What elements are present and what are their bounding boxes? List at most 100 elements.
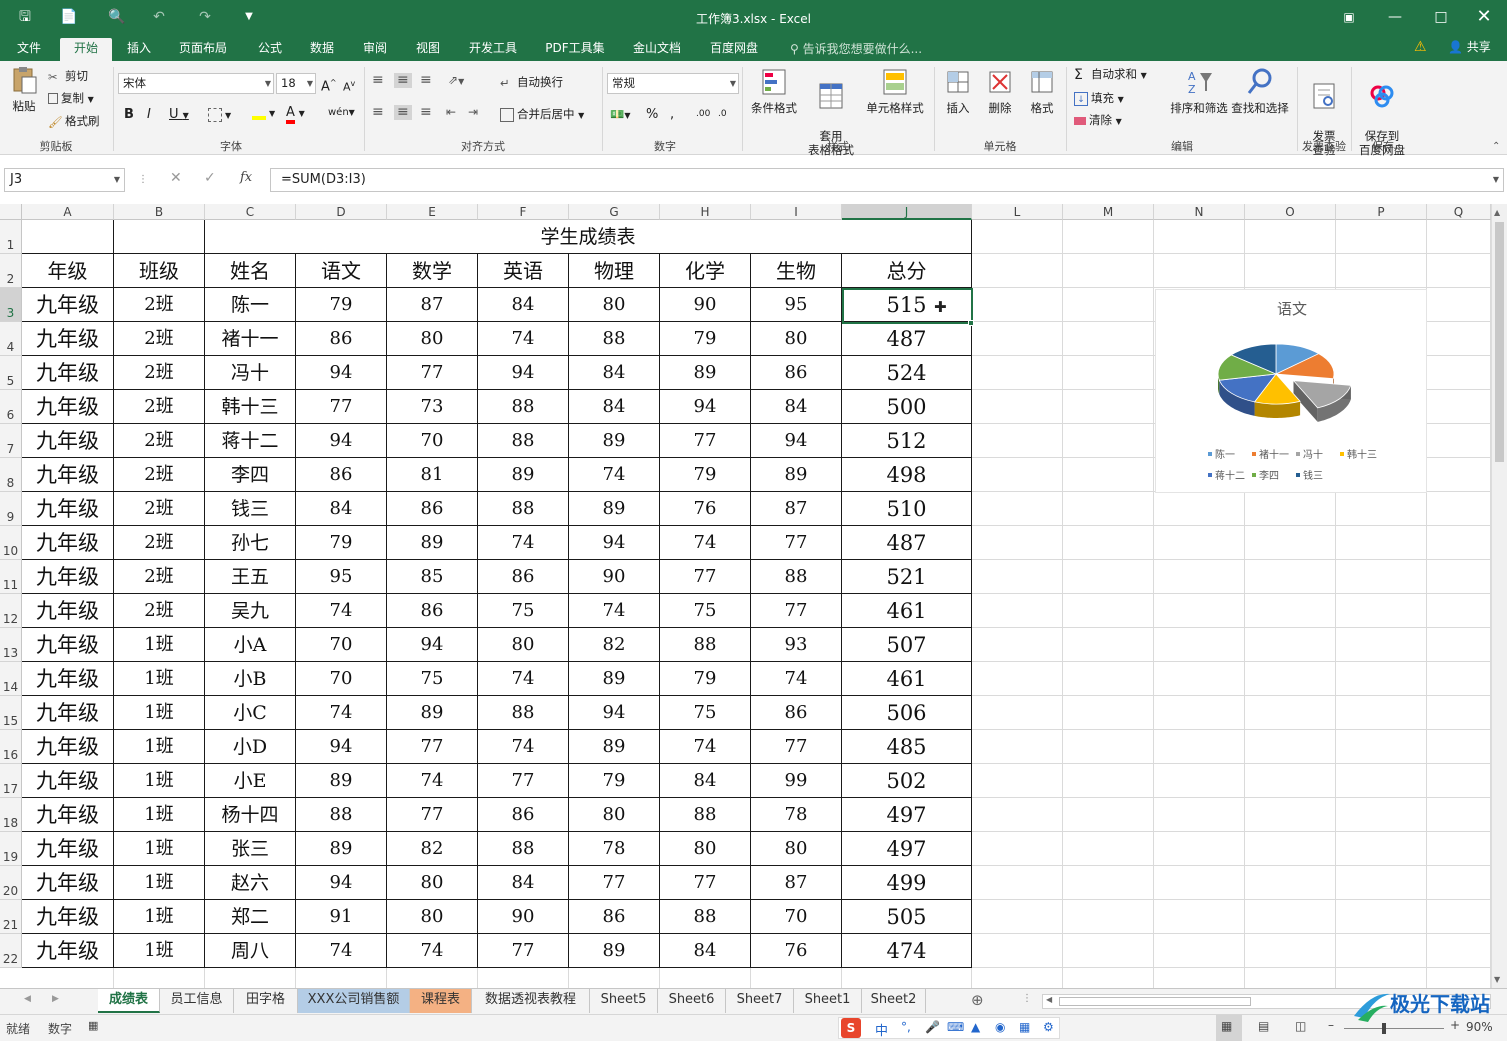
cell-E11[interactable]: 85 [387,560,478,594]
cell-I7[interactable]: 94 [751,424,842,458]
increase-indent-icon[interactable]: ⇥ [468,105,478,120]
cell-L10[interactable] [972,526,1063,560]
column-header-L[interactable]: L [972,204,1063,220]
column-header-Q[interactable]: Q [1427,204,1491,220]
cell-B21[interactable]: 1班 [114,900,205,934]
cell-P16[interactable] [1336,730,1427,764]
tab-split-icon[interactable]: ⋮ [1022,993,1032,1004]
row-header-5[interactable]: 5 [0,356,22,390]
zoom-in-icon[interactable]: + [1450,1018,1460,1032]
cell-O10[interactable] [1245,526,1336,560]
font-size-select[interactable]: 18 ▼ [276,73,316,94]
cell-A1[interactable] [22,220,114,254]
cell-E12[interactable]: 86 [387,594,478,628]
column-header-N[interactable]: N [1154,204,1245,220]
cell-E16[interactable]: 77 [387,730,478,764]
cell-Q2[interactable] [1427,254,1491,288]
cell-J5[interactable]: 524 [842,356,972,390]
cell-A23[interactable] [22,968,114,988]
cell-B7[interactable]: 2班 [114,424,205,458]
cell-O12[interactable] [1245,594,1336,628]
ribbon-display-icon[interactable]: ▣ [1326,0,1372,34]
cell-O23[interactable] [1245,968,1336,988]
cell-Q12[interactable] [1427,594,1491,628]
cell-L6[interactable] [972,390,1063,424]
merge-center-button[interactable]: 合并后居中 ▼ [500,107,584,123]
row-header-3[interactable]: 3 [0,288,22,322]
cell-D9[interactable]: 84 [296,492,387,526]
cell-A4[interactable]: 九年级 [22,322,114,356]
decrease-indent-icon[interactable]: ⇤ [446,105,456,120]
cell-P18[interactable] [1336,798,1427,832]
ribbon-tab-2[interactable]: 插入 [124,38,154,61]
cell-E21[interactable]: 80 [387,900,478,934]
cell-N10[interactable] [1154,526,1245,560]
cell-F12[interactable]: 75 [478,594,569,628]
cell-G10[interactable]: 94 [569,526,660,560]
cell-D20[interactable]: 94 [296,866,387,900]
enter-formula-icon[interactable]: ✓ [204,170,216,186]
sheet-tab-8[interactable]: Sheet7 [726,989,794,1013]
cell-G11[interactable]: 90 [569,560,660,594]
border-button[interactable]: ▼ [208,107,231,123]
cell-L21[interactable] [972,900,1063,934]
find-select-button[interactable]: 查找和选择 [1228,67,1292,115]
cell-A19[interactable]: 九年级 [22,832,114,866]
cell-H18[interactable]: 88 [660,798,751,832]
cell-A6[interactable]: 九年级 [22,390,114,424]
cell-O13[interactable] [1245,628,1336,662]
cell-M14[interactable] [1063,662,1154,696]
vertical-scrollbar[interactable]: ▲ ▼ [1491,204,1507,988]
cell-D6[interactable]: 77 [296,390,387,424]
cell-J6[interactable]: 500 [842,390,972,424]
row-header-17[interactable]: 17 [0,764,22,798]
cell-D19[interactable]: 89 [296,832,387,866]
cell-N16[interactable] [1154,730,1245,764]
cell-L4[interactable] [972,322,1063,356]
cell-P1[interactable] [1336,220,1427,254]
cell-N1[interactable] [1154,220,1245,254]
cell-L19[interactable] [972,832,1063,866]
column-header-M[interactable]: M [1063,204,1154,220]
cell-Q3[interactable] [1427,288,1491,322]
cell-B12[interactable]: 2班 [114,594,205,628]
cell-H11[interactable]: 77 [660,560,751,594]
cell-O19[interactable] [1245,832,1336,866]
cell-B22[interactable]: 1班 [114,934,205,968]
cell-D15[interactable]: 74 [296,696,387,730]
cell-L12[interactable] [972,594,1063,628]
row-header-2[interactable]: 2 [0,254,22,288]
cell-N21[interactable] [1154,900,1245,934]
cell-M21[interactable] [1063,900,1154,934]
cell-C7[interactable]: 蒋十二 [205,424,296,458]
cell-I8[interactable]: 89 [751,458,842,492]
vertical-scroll-thumb[interactable] [1495,222,1504,462]
percent-icon[interactable]: % [646,107,658,122]
cell-D16[interactable]: 94 [296,730,387,764]
number-format-select[interactable]: 常规 ▼ [607,73,739,94]
cell-I15[interactable]: 86 [751,696,842,730]
cell-G5[interactable]: 84 [569,356,660,390]
cell-L23[interactable] [972,968,1063,988]
zoom-out-icon[interactable]: – [1328,1018,1334,1032]
cell-H13[interactable]: 88 [660,628,751,662]
cell-A5[interactable]: 九年级 [22,356,114,390]
cell-G16[interactable]: 89 [569,730,660,764]
cell-E19[interactable]: 82 [387,832,478,866]
column-header-F[interactable]: F [478,204,569,220]
cell-C11[interactable]: 王五 [205,560,296,594]
cell-O21[interactable] [1245,900,1336,934]
sheet-tab-2[interactable]: 田字格 [234,989,298,1013]
cell-F3[interactable]: 84 [478,288,569,322]
cell-N12[interactable] [1154,594,1245,628]
cell-C12[interactable]: 吴九 [205,594,296,628]
clear-button[interactable]: 清除 ▼ [1074,113,1122,129]
cell-O22[interactable] [1245,934,1336,968]
cell-B9[interactable]: 2班 [114,492,205,526]
cell-P14[interactable] [1336,662,1427,696]
cell-J17[interactable]: 502 [842,764,972,798]
tell-me-search[interactable]: ⚲ 告诉我您想要做什么... [790,40,922,57]
ribbon-tab-0[interactable]: 文件 [14,38,44,61]
cell-M15[interactable] [1063,696,1154,730]
cell-J16[interactable]: 485 [842,730,972,764]
